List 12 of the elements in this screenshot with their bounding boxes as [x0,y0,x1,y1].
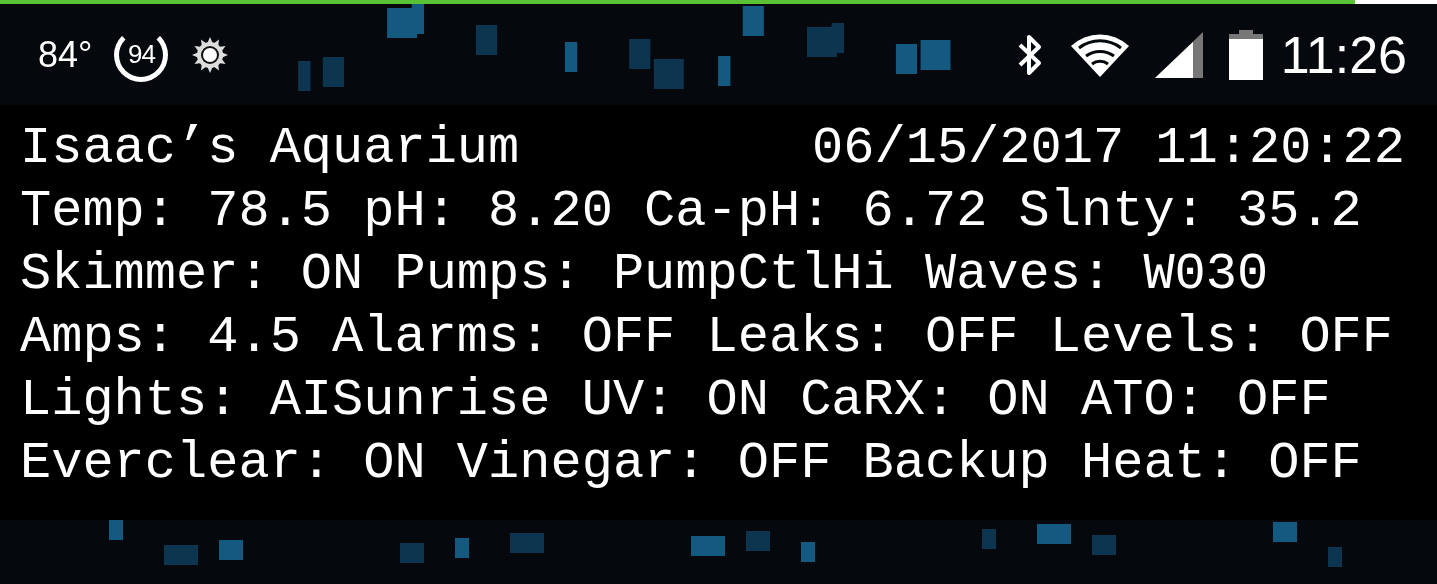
status-line: Lights: AISunrise UV: ON CaRX: ON ATO: OFF [20,370,1332,432]
status-line: Everclear: ON Vinegar: OFF Backup Heat: OFF [20,433,1363,495]
date-time: 06/15/2017 11:20:22 [812,118,1405,180]
clock-time: 11:26 [1280,24,1407,85]
signal-icon [1154,31,1203,78]
status-line: Temp: 78.5 pH: 8.20 Ca-pH: 6.72 Slnty: 35.2 [20,181,1363,243]
status-line: Amps: 4.5 Alarms: OFF Leaks: OFF Levels: OFF [20,307,1395,369]
temperature-reading: 84° [38,33,93,76]
status-line: Skimmer: ON Pumps: PumpCtlHi Waves: W030 [20,244,1270,306]
wifi-icon [1070,32,1129,77]
battery-icon [1228,29,1263,80]
aquarium-title: Isaac’s Aquarium [20,118,520,180]
